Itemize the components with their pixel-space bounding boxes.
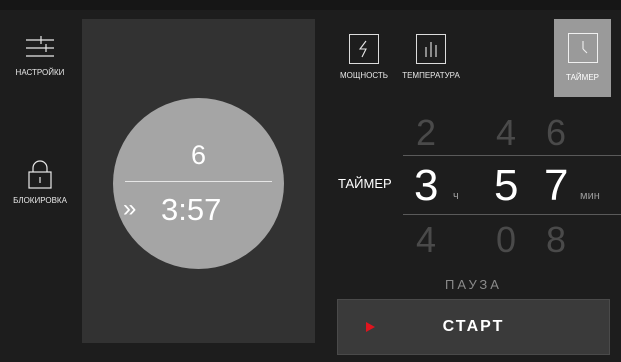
picker-line-top xyxy=(403,155,621,156)
dial-divider xyxy=(125,181,272,182)
minutes-tens-next[interactable]: 0 xyxy=(496,219,516,261)
start-label: СТАРТ xyxy=(442,318,505,335)
power-level-value: 6 xyxy=(190,140,207,170)
sliders-icon xyxy=(26,36,54,57)
status-dial: 6 » 3:57 xyxy=(113,98,284,269)
settings-label: НАСТРОЙКИ xyxy=(15,68,65,77)
minutes-unit: мин xyxy=(580,190,600,202)
clock-icon xyxy=(567,33,598,63)
minutes-tens-prev[interactable]: 4 xyxy=(496,112,516,154)
start-button[interactable]: СТАРТ xyxy=(337,299,610,355)
hours-unit: ч xyxy=(453,190,459,202)
mode-power-button[interactable]: МОЩНОСТЬ xyxy=(336,34,392,80)
lock-button[interactable]: БЛОКИРОВКА xyxy=(10,160,70,205)
bars-icon xyxy=(416,34,446,64)
minutes-ones-prev[interactable]: 6 xyxy=(546,112,566,154)
hours-prev[interactable]: 2 xyxy=(416,112,436,154)
mode-temperature-label: ТЕМПЕРАТУРА xyxy=(402,71,460,80)
picker-line-bottom xyxy=(403,214,621,215)
mode-power-label: МОЩНОСТЬ xyxy=(339,71,389,80)
minutes-ones-next[interactable]: 8 xyxy=(546,219,566,261)
hours-current[interactable]: 3 xyxy=(414,161,438,211)
forward-arrows-icon: » xyxy=(123,195,137,222)
timer-picker-label: ТАЙМЕР xyxy=(338,176,392,191)
lightning-icon xyxy=(349,34,379,64)
minutes-tens-current[interactable]: 5 xyxy=(494,161,518,211)
top-bar xyxy=(0,0,621,10)
mode-timer-label: ТАЙМЕР xyxy=(565,73,600,82)
settings-button[interactable]: НАСТРОЙКИ xyxy=(10,34,70,77)
mode-temperature-button[interactable]: ТЕМПЕРАТУРА xyxy=(398,34,464,80)
hours-next[interactable]: 4 xyxy=(416,219,436,261)
pause-button[interactable]: ПАУЗА xyxy=(337,277,610,292)
lock-icon xyxy=(28,160,52,189)
mode-timer-button[interactable]: ТАЙМЕР xyxy=(554,19,611,97)
minutes-ones-current[interactable]: 7 xyxy=(544,161,568,211)
remaining-time-value: 3:57 xyxy=(161,192,222,227)
lock-label: БЛОКИРОВКА xyxy=(13,196,67,205)
